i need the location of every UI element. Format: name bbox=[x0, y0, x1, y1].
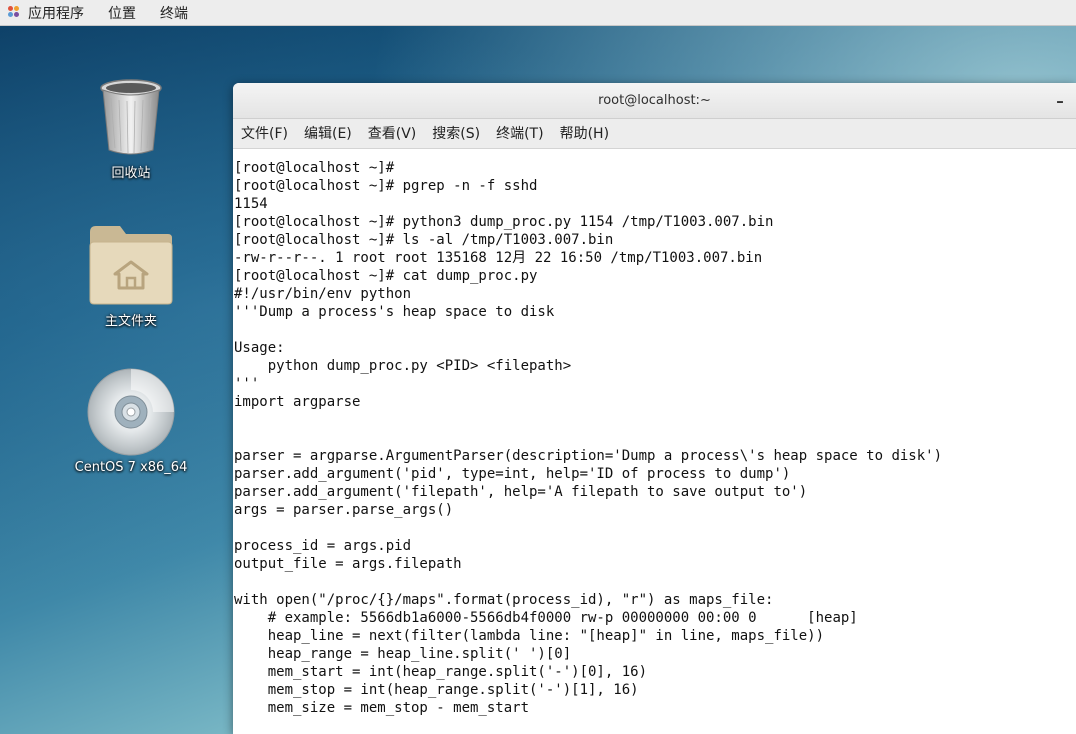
terminal-line: #!/usr/bin/env python bbox=[234, 286, 412, 302]
top-panel: 应用程序 位置 终端 bbox=[0, 0, 1076, 26]
terminal-line: mem_stop = int(heap_range.split('-')[1],… bbox=[234, 682, 639, 698]
terminal-line: 1154 bbox=[234, 196, 268, 212]
terminal-app-label: 终端 bbox=[160, 5, 188, 22]
desktop-icon-home[interactable]: 主文件夹 bbox=[71, 222, 191, 329]
terminal-line: with open("/proc/{}/maps".format(process… bbox=[234, 592, 774, 608]
terminal-output[interactable]: [root@localhost ~]# [root@localhost ~]# p… bbox=[233, 149, 1076, 717]
menu-file[interactable]: 文件(F) bbox=[233, 119, 296, 149]
terminal-line: parser.add_argument('pid', type=int, hel… bbox=[234, 466, 791, 482]
trash-label: 回收站 bbox=[111, 166, 151, 181]
menu-edit[interactable]: 编辑(E) bbox=[296, 119, 360, 149]
terminal-line: [root@localhost ~]# pgrep -n -f sshd bbox=[234, 178, 538, 194]
terminal-line: heap_range = heap_line.split(' ')[0] bbox=[234, 646, 572, 662]
terminal-line: parser = argparse.ArgumentParser(descrip… bbox=[234, 448, 943, 464]
terminal-line: output_file = args.filepath bbox=[234, 556, 462, 572]
terminal-line: heap_line = next(filter(lambda line: "[h… bbox=[234, 628, 825, 644]
home-label: 主文件夹 bbox=[104, 314, 157, 329]
terminal-line: '''Dump a process's heap space to disk bbox=[234, 304, 555, 320]
menu-view[interactable]: 查看(V) bbox=[360, 119, 425, 149]
window-title: root@localhost:~ bbox=[598, 93, 711, 108]
terminal-line: args = parser.parse_args() bbox=[234, 502, 454, 518]
terminal-line: [root@localhost ~]# python3 dump_proc.py… bbox=[234, 214, 774, 230]
minimize-button[interactable]: – bbox=[1050, 91, 1070, 111]
window-titlebar[interactable]: root@localhost:~ – bbox=[233, 83, 1076, 119]
dvd-disc-icon bbox=[87, 368, 175, 456]
terminal-line: mem_size = mem_stop - mem_start bbox=[234, 700, 530, 716]
menu-help[interactable]: 帮助(H) bbox=[552, 119, 617, 149]
terminal-line: ''' bbox=[234, 376, 260, 392]
terminal-line: python dump_proc.py <PID> <filepath> bbox=[234, 358, 572, 374]
desktop-icon-dvd[interactable]: CentOS 7 x86_64 bbox=[71, 368, 191, 475]
menu-search[interactable]: 搜索(S) bbox=[424, 119, 488, 149]
dvd-label: CentOS 7 x86_64 bbox=[74, 460, 188, 475]
applications-label: 应用程序 bbox=[28, 5, 84, 22]
terminal-line: import argparse bbox=[234, 394, 361, 410]
terminal-line: [root@localhost ~]# cat dump_proc.py bbox=[234, 268, 538, 284]
menu-terminal[interactable]: 终端(T) bbox=[488, 119, 551, 149]
terminal-line: [root@localhost ~]# ls -al /tmp/T1003.00… bbox=[234, 232, 614, 248]
terminal-window: root@localhost:~ – 文件(F) 编辑(E) 查看(V) 搜索(… bbox=[233, 83, 1076, 734]
trash-icon bbox=[100, 79, 162, 155]
terminal-line: # example: 5566db1a6000-5566db4f0000 rw-… bbox=[234, 610, 858, 626]
terminal-line: parser.add_argument('filepath', help='A … bbox=[234, 484, 808, 500]
terminal-line: Usage: bbox=[234, 340, 285, 356]
terminal-line: process_id = args.pid bbox=[234, 538, 412, 554]
places-label: 位置 bbox=[108, 5, 136, 22]
applications-menu[interactable]: 应用程序 bbox=[0, 0, 96, 26]
terminal-app-menu[interactable]: 终端 bbox=[148, 0, 200, 26]
terminal-line: mem_start = int(heap_range.split('-')[0]… bbox=[234, 664, 648, 680]
terminal-line: -rw-r--r--. 1 root root 135168 12月 22 16… bbox=[234, 250, 763, 266]
terminal-line: [root@localhost ~]# bbox=[234, 160, 395, 176]
home-folder-icon bbox=[89, 226, 173, 305]
desktop-icon-trash[interactable]: 回收站 bbox=[71, 78, 191, 181]
places-menu[interactable]: 位置 bbox=[96, 0, 148, 26]
menu-bar: 文件(F) 编辑(E) 查看(V) 搜索(S) 终端(T) 帮助(H) bbox=[233, 119, 1076, 149]
gnome-foot-icon bbox=[8, 5, 22, 20]
